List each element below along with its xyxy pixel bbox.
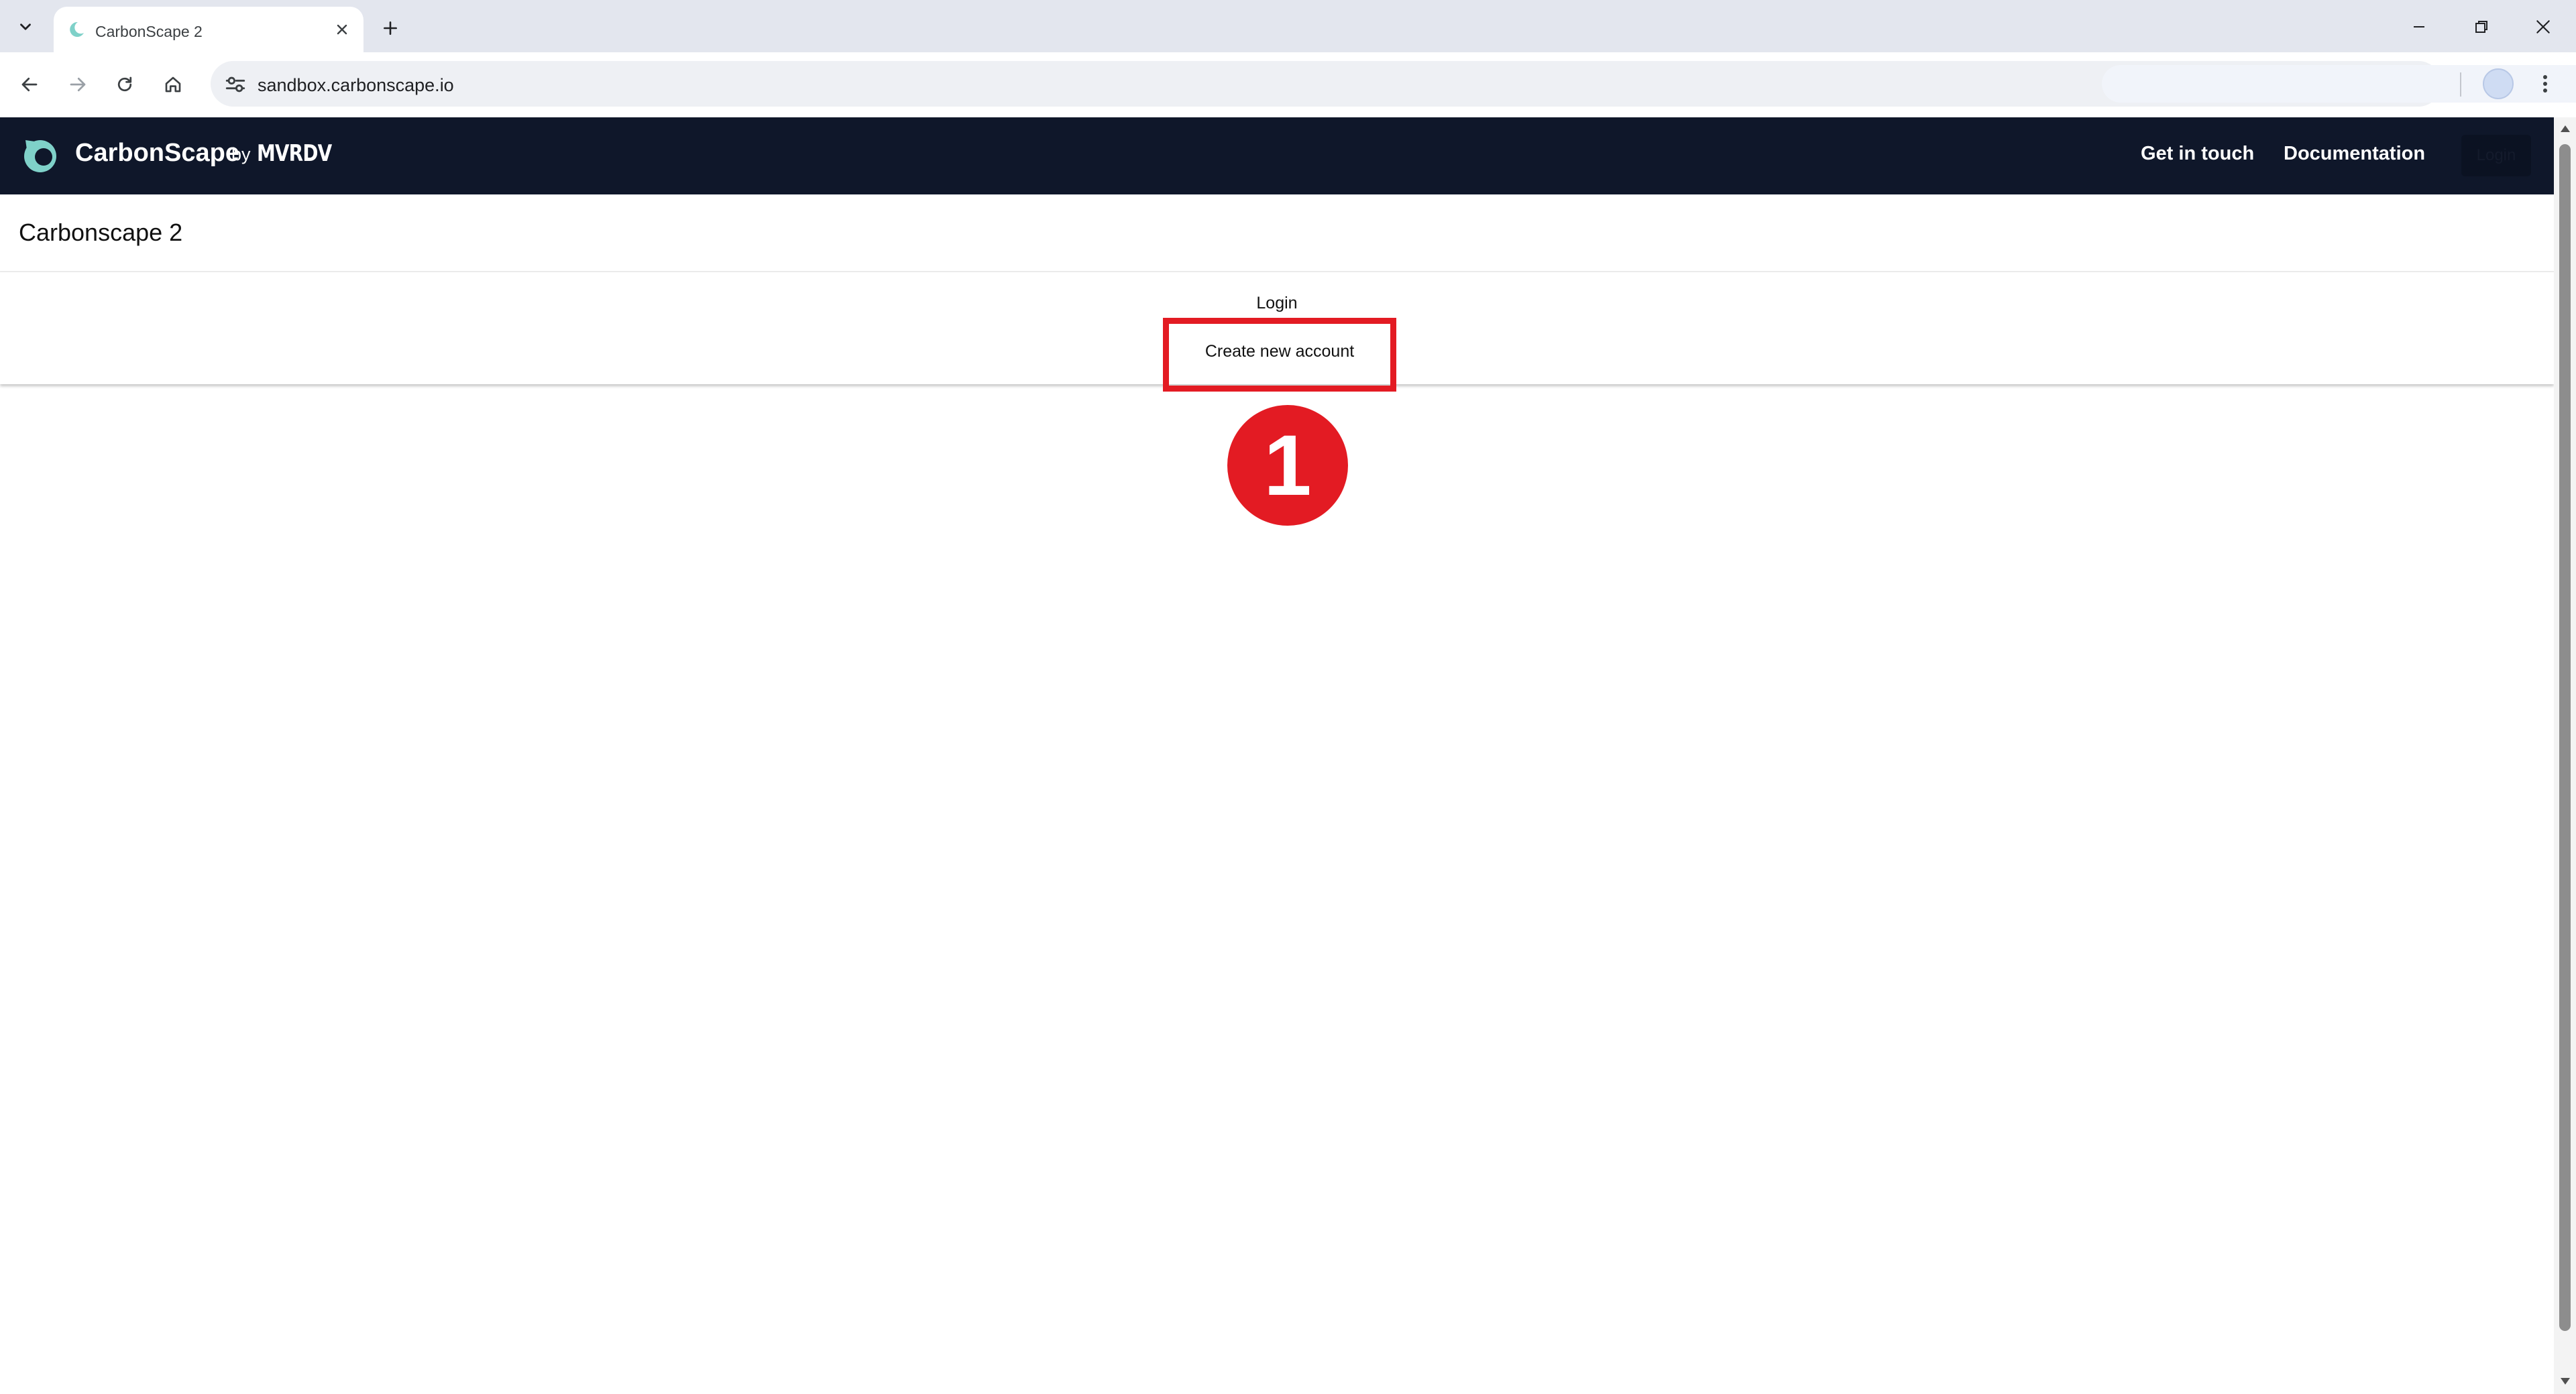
restore-button[interactable] [2461,7,2502,47]
create-new-account-button[interactable]: Create new account [1165,319,1394,384]
minimize-button[interactable] [2399,7,2439,47]
documentation-link[interactable]: Documentation [2284,143,2425,165]
page-title: Carbonscape 2 [19,219,183,246]
tab-close-button[interactable] [330,17,354,42]
triangle-down-icon [2561,1378,2570,1385]
site-header: CarbonScape by MVRDV Get in touch Docume… [0,117,2554,194]
arrow-right-icon [70,77,86,92]
chevron-down-icon [20,23,31,30]
plus-icon [384,21,397,35]
tab-title: CarbonScape 2 [95,23,203,40]
header-login-button[interactable]: Login [2461,135,2531,176]
toolbar-divider [2460,72,2461,97]
page-title-bar: Carbonscape 2 [0,194,2554,272]
address-bar[interactable]: sandbox.carbonscape.io [211,61,2576,107]
get-in-touch-link[interactable]: Get in touch [2141,143,2254,165]
carbonscape-favicon-icon [70,21,84,37]
browser-toolbar: sandbox.carbonscape.io [0,52,2576,117]
tab-search-button[interactable] [9,11,42,43]
close-icon [2536,20,2550,34]
brand-name[interactable]: CarbonScape [75,139,239,168]
step-number-badge: 1 [1227,405,1348,526]
page-scrollbar[interactable] [2554,117,2576,1394]
brand-by: by [231,144,251,164]
tune-icon[interactable] [224,73,247,96]
login-link: Login [0,294,2554,313]
minimize-icon [2414,26,2424,27]
back-button[interactable] [12,67,47,102]
triangle-up-icon [2561,125,2570,132]
new-tab-button[interactable] [376,13,405,43]
scroll-thumb[interactable] [2559,144,2571,1331]
forward-button[interactable] [60,67,95,102]
profile-avatar[interactable] [2483,68,2514,99]
browser-tab[interactable]: CarbonScape 2 [54,7,363,52]
login-link-text[interactable]: Login [1256,294,1297,312]
browser-tab-strip: CarbonScape 2 [0,0,2576,52]
url-text[interactable]: sandbox.carbonscape.io [258,75,454,96]
scroll-up-arrow[interactable] [2559,123,2571,135]
home-icon [165,76,181,93]
restore-icon [2475,21,2487,33]
scroll-down-arrow[interactable] [2559,1375,2571,1387]
browser-menu-button[interactable] [2530,68,2561,99]
reload-icon [117,76,132,92]
auth-panel: Login Create new account [0,272,2554,384]
reload-button[interactable] [107,67,142,102]
partner-logo: MVRDV [257,140,332,167]
close-window-button[interactable] [2523,7,2563,47]
home-button[interactable] [156,67,190,102]
close-icon [337,24,347,35]
arrow-left-icon [21,77,38,92]
kebab-icon [2543,75,2547,93]
carbonscape-logo-icon[interactable] [20,136,59,175]
